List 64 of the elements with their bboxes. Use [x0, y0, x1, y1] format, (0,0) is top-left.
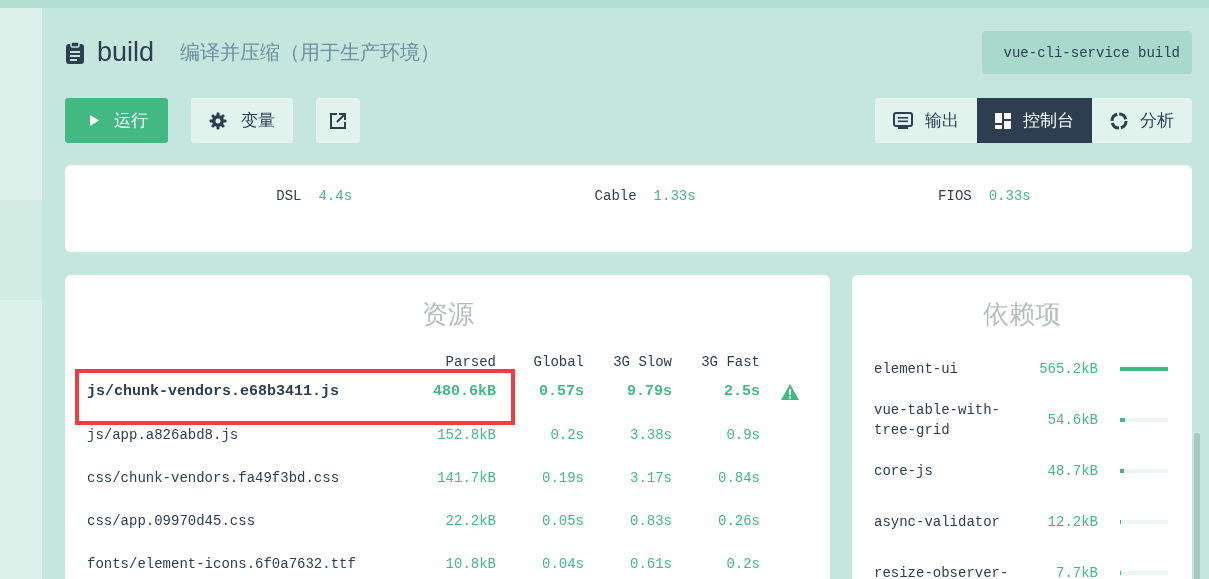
file-name: css/chunk-vendors.fa49f3bd.css [87, 469, 341, 486]
speed-name: FIOS [938, 188, 972, 204]
table-cell-text: 3.17s [629, 469, 672, 486]
view-tab[interactable]: 输出 [875, 98, 977, 143]
scrollbar[interactable] [1194, 433, 1200, 579]
dependency-size: 12.2kB [1046, 513, 1098, 530]
command-label: vue-cli-service build [981, 31, 1192, 74]
table-cell-text: 480.6kB [432, 383, 496, 400]
ring-icon [1110, 111, 1128, 130]
card-title: 资源 [420, 298, 475, 331]
dependency-name: resize-observer- [874, 563, 1010, 579]
monitor-icon [893, 112, 913, 129]
table-cell-text: 0.05s [541, 512, 584, 529]
table-cell-text: 0.57s [538, 383, 584, 400]
table-cell-text: 9.79s [626, 383, 672, 400]
dependency-size: 48.7kB [1046, 462, 1098, 479]
table-cell-text: 0.26s [717, 512, 760, 529]
table-cell-text: 2.5s [723, 383, 760, 400]
external-link-icon [329, 111, 347, 130]
warning-icon [780, 382, 800, 401]
view-tab[interactable]: 控制台 [977, 98, 1092, 143]
dependency-size: 7.7kB [1055, 564, 1098, 579]
open-external-button[interactable] [316, 98, 360, 143]
table-cell-text: 0.9s [725, 426, 760, 443]
dependency-size: 54.6kB [1046, 411, 1098, 428]
task-description: 编译并压缩（用于生产环境） [180, 39, 441, 66]
dependency-name: vue-table-with-tree-grid [874, 400, 1002, 440]
table-cell-text: 3.38s [629, 426, 672, 443]
table-cell-text: 22.2kB [444, 512, 496, 529]
speed-value: 0.33s [988, 188, 1031, 204]
clipboard-icon [65, 40, 85, 65]
speed-value: 1.33s [653, 188, 696, 204]
table-cell-text: 0.2s [549, 426, 584, 443]
table-cell-text: 0.19s [541, 469, 584, 486]
file-name: fonts/element-icons.6f0a7632.ttf [87, 555, 357, 572]
file-name: css/app.09970d45.css [87, 512, 257, 529]
speed-value: 4.4s [318, 188, 353, 204]
speed-name: Cable [594, 188, 637, 204]
table-cell-text: 0.2s [725, 555, 760, 572]
file-name: js/chunk-vendors.e68b3411.js [87, 383, 341, 400]
table-cell-text: 0.84s [717, 469, 760, 486]
column-header: 3G Slow [612, 354, 672, 370]
table-cell-text: 0.61s [629, 555, 672, 572]
speed-name: DSL [276, 188, 302, 204]
table-cell-text: 0.83s [629, 512, 672, 529]
table-cell-text: 152.8kB [436, 426, 496, 443]
dependency-name: async-validator [874, 512, 1002, 532]
dependency-name: element-ui [874, 359, 959, 379]
settings-icon [209, 111, 227, 130]
dashboard-icon [995, 112, 1011, 129]
column-header: Global [532, 354, 584, 370]
task-title: build [97, 37, 155, 68]
table-cell-text: 10.8kB [444, 555, 496, 572]
play-icon [89, 114, 100, 127]
table-cell-text: 141.7kB [436, 469, 496, 486]
column-header: 3G Fast [700, 354, 760, 370]
column-header: Parsed [444, 354, 496, 370]
dependency-size: 565.2kB [1038, 360, 1098, 377]
card-title: 依赖项 [982, 298, 1062, 331]
file-name: js/app.a826abd8.js [87, 426, 240, 443]
view-tab[interactable]: 分析 [1092, 98, 1192, 143]
table-cell-text: 0.04s [541, 555, 584, 572]
dependency-name: core-js [874, 461, 934, 481]
variables-button[interactable]: 变量 [191, 98, 293, 143]
